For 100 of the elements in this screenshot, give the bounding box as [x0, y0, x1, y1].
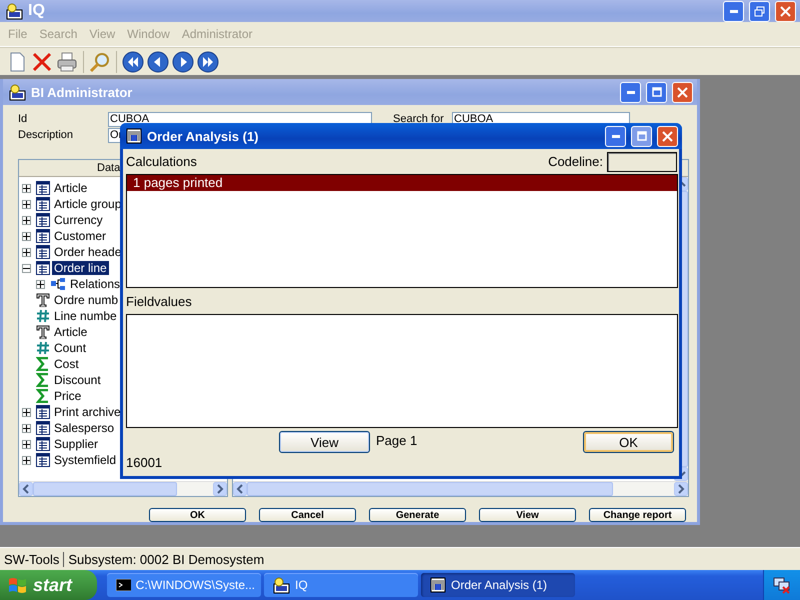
tree-item[interactable]: Count — [52, 341, 88, 355]
tree-item[interactable]: Currency — [52, 213, 105, 227]
tree-item[interactable]: Article group — [52, 197, 124, 211]
horizontal-scrollbar[interactable] — [232, 481, 688, 496]
tree-item[interactable]: Relations — [68, 277, 122, 291]
scroll-left-button[interactable] — [232, 482, 247, 496]
start-button[interactable]: start — [0, 570, 97, 600]
minimize-button[interactable] — [620, 82, 641, 102]
minimize-button[interactable] — [605, 126, 626, 146]
ok-button[interactable]: OK — [583, 431, 674, 453]
page-label: Page 1 — [376, 433, 418, 448]
lightbulb-icon — [6, 2, 23, 20]
close-button[interactable] — [775, 0, 796, 22]
last-record-icon[interactable] — [197, 50, 219, 72]
number-field-icon — [36, 341, 50, 355]
tree-item[interactable]: Systemfield — [52, 453, 118, 467]
dialog-button[interactable]: Generate — [369, 508, 466, 522]
network-disconnected-icon[interactable] — [773, 576, 791, 594]
tree-item[interactable]: Print archive — [52, 405, 123, 419]
report-icon — [430, 577, 446, 593]
field-label: Id — [18, 113, 28, 125]
window-title: Order Analysis (1) — [147, 128, 260, 144]
close-icon — [780, 6, 791, 16]
view-button[interactable]: View — [279, 431, 370, 453]
maximize-icon — [636, 131, 646, 141]
section-label: Fieldvalues — [126, 294, 192, 309]
expand-toggle[interactable] — [22, 424, 31, 432]
tree-item[interactable]: Discount — [52, 373, 103, 387]
field-label: Search for — [393, 113, 445, 125]
delete-icon[interactable] — [31, 50, 53, 72]
expand-toggle[interactable] — [22, 248, 31, 256]
taskbar-button[interactable]: Order Analysis (1) — [421, 573, 575, 597]
table-icon — [36, 261, 50, 275]
close-button[interactable] — [672, 82, 693, 102]
tree-item[interactable]: Article — [52, 325, 90, 339]
tree-item[interactable]: Price — [52, 389, 84, 403]
plus-icon — [23, 200, 30, 208]
dialog-button[interactable]: OK — [149, 508, 246, 522]
taskbar-button[interactable]: IQ — [264, 573, 418, 597]
plus-icon — [23, 216, 30, 224]
tree-item[interactable]: Supplier — [52, 437, 100, 451]
list-item[interactable]: 1 pages printed — [127, 175, 677, 191]
window-title: IQ — [28, 2, 46, 20]
plus-icon — [23, 424, 30, 432]
console-icon — [116, 579, 131, 591]
expand-toggle[interactable] — [22, 440, 31, 448]
sum-icon — [36, 357, 50, 371]
tree-item[interactable]: Line numbe — [52, 309, 119, 323]
taskbar-button[interactable]: C:\WINDOWS\Syste... — [107, 573, 261, 597]
status-text: SW-Tools — [0, 552, 64, 566]
plus-icon — [23, 184, 30, 192]
codeline-field[interactable] — [607, 152, 677, 172]
scroll-right-button[interactable] — [212, 482, 227, 496]
tree-item[interactable]: Order line — [52, 261, 109, 275]
next-record-icon[interactable] — [172, 50, 194, 72]
expand-toggle[interactable] — [36, 280, 45, 288]
expand-toggle[interactable] — [22, 232, 31, 240]
tree-item[interactable]: Ordre numb — [52, 293, 120, 307]
window-title: BI Administrator — [31, 84, 134, 100]
tree-item[interactable]: Salesperso — [52, 421, 116, 435]
close-button[interactable] — [657, 126, 678, 146]
table-icon — [36, 405, 50, 419]
sum-icon — [36, 373, 50, 387]
expand-toggle[interactable] — [22, 408, 31, 416]
tree-item[interactable]: Cost — [52, 357, 81, 371]
expand-toggle[interactable] — [22, 456, 31, 464]
search-icon[interactable] — [89, 50, 111, 72]
lightbulb-icon — [9, 84, 26, 100]
dialog-button[interactable]: View — [479, 508, 576, 522]
report-icon — [126, 128, 142, 144]
plus-icon — [23, 456, 30, 464]
tree-item[interactable]: Customer — [52, 229, 108, 243]
plus-icon — [37, 280, 44, 288]
collapse-toggle[interactable] — [22, 264, 31, 272]
windows-logo-icon — [8, 576, 28, 594]
tree-item[interactable]: Article — [52, 181, 90, 195]
previous-record-icon[interactable] — [147, 50, 169, 72]
minimize-icon — [612, 134, 620, 138]
close-icon — [677, 86, 688, 98]
scroll-right-button[interactable] — [674, 482, 688, 496]
minimize-button[interactable] — [723, 0, 744, 22]
tree-item[interactable]: Order heade — [52, 245, 124, 259]
expand-toggle[interactable] — [22, 216, 31, 224]
expand-toggle[interactable] — [22, 200, 31, 208]
table-icon — [36, 229, 50, 243]
restore-button[interactable] — [749, 0, 770, 22]
horizontal-scrollbar[interactable] — [19, 481, 227, 496]
plus-icon — [23, 248, 30, 256]
maximize-button[interactable] — [646, 82, 667, 102]
status-text: Subsystem: 0002 BI Demosystem — [67, 552, 266, 566]
printer-icon[interactable] — [56, 50, 78, 72]
table-icon — [36, 421, 50, 435]
dialog-button[interactable]: Cancel — [259, 508, 356, 522]
expand-toggle[interactable] — [22, 184, 31, 192]
table-icon — [36, 245, 50, 259]
field-label: Codeline: — [548, 154, 603, 169]
first-record-icon[interactable] — [122, 50, 144, 72]
maximize-button[interactable] — [631, 126, 652, 146]
dialog-button[interactable]: Change report — [589, 508, 686, 522]
scroll-left-button[interactable] — [19, 482, 33, 496]
